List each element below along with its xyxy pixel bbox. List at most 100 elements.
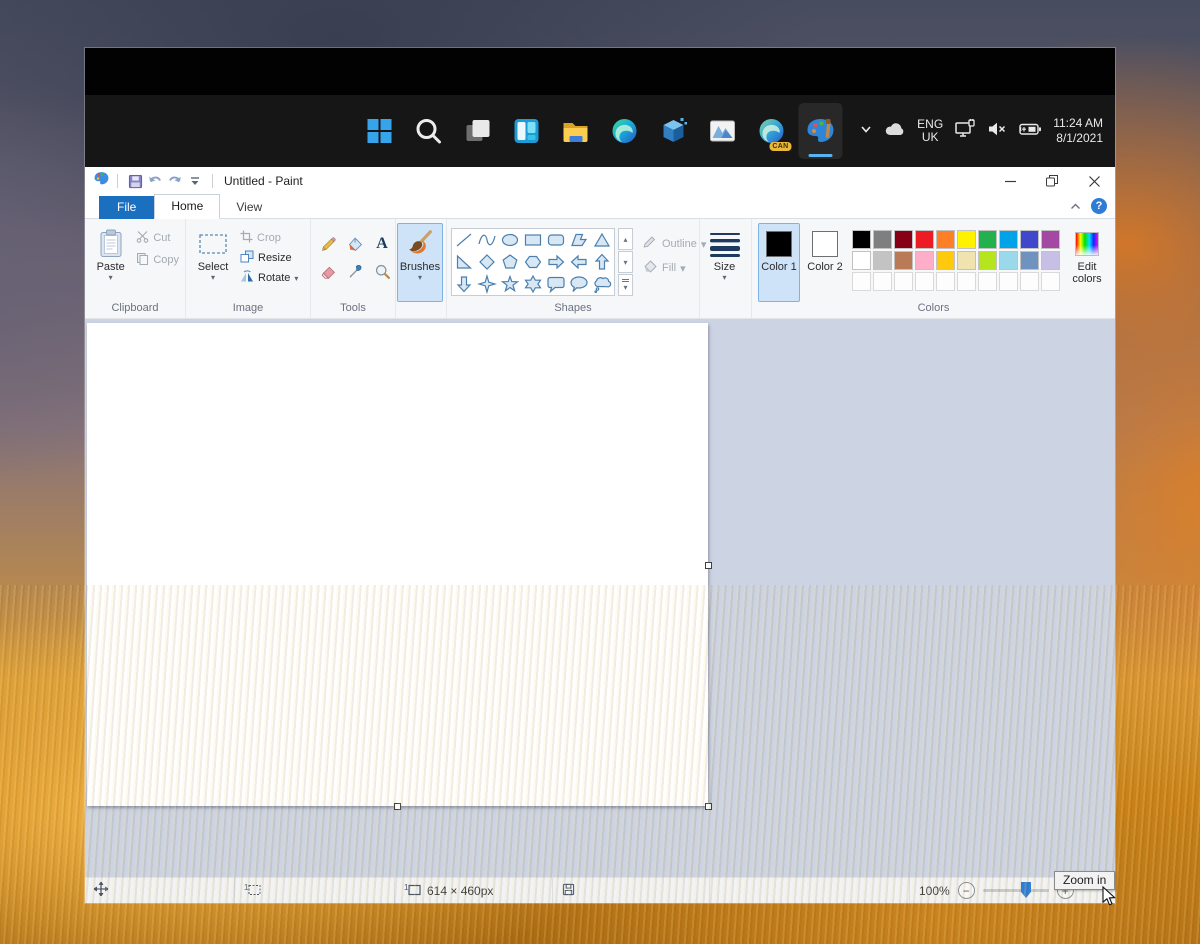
edit-colors-button[interactable]: Edit colors <box>1064 223 1110 302</box>
shape-line-icon[interactable] <box>453 229 476 251</box>
shape-rectangle-icon[interactable] <box>522 229 545 251</box>
shapes-more-icon[interactable]: ▾ <box>618 274 633 296</box>
task-view-icon[interactable] <box>456 103 500 159</box>
fill-tool-icon[interactable] <box>342 231 368 257</box>
select-button[interactable]: Select ▾ <box>190 223 236 302</box>
palette-swatch-c3c3c3[interactable] <box>873 251 892 270</box>
magnifier-tool-icon[interactable] <box>369 258 395 284</box>
palette-swatch-c8bfe7[interactable] <box>1041 251 1060 270</box>
shape-right-arrow-icon[interactable] <box>545 251 568 273</box>
rotate-button[interactable]: Rotate ▾ <box>236 269 302 287</box>
edge-canary-icon[interactable]: CAN <box>750 103 794 159</box>
shape-polygon-icon[interactable] <box>568 229 591 251</box>
outline-button[interactable]: Outline ▾ <box>643 236 706 252</box>
monitor-icon[interactable] <box>954 119 976 144</box>
shape-right-triangle-icon[interactable] <box>453 251 476 273</box>
resize-handle-right[interactable] <box>705 562 712 569</box>
palette-swatch-ed1c24[interactable] <box>915 230 934 249</box>
palette-swatch-ff7f27[interactable] <box>936 230 955 249</box>
palette-swatch-empty[interactable] <box>852 272 871 291</box>
palette-swatch-000000[interactable] <box>852 230 871 249</box>
zoom-slider-thumb[interactable] <box>1021 882 1031 898</box>
shape-curve-icon[interactable] <box>476 229 499 251</box>
cut-button[interactable]: Cut <box>132 229 183 247</box>
cube-app-icon[interactable] <box>652 103 696 159</box>
shape-left-arrow-icon[interactable] <box>568 251 591 273</box>
start-icon[interactable] <box>358 103 402 159</box>
palette-swatch-a349a4[interactable] <box>1041 230 1060 249</box>
palette-swatch-ffc90e[interactable] <box>936 251 955 270</box>
palette-swatch-efe4b0[interactable] <box>957 251 976 270</box>
tab-home[interactable]: Home <box>154 194 220 219</box>
palette-swatch-empty[interactable] <box>894 272 913 291</box>
palette-swatch-99d9ea[interactable] <box>999 251 1018 270</box>
palette-swatch-empty[interactable] <box>915 272 934 291</box>
language-indicator[interactable]: ENG UK <box>917 118 943 144</box>
palette-swatch-7092be[interactable] <box>1020 251 1039 270</box>
shape-oval-callout-icon[interactable] <box>568 273 591 295</box>
tab-file[interactable]: File <box>99 196 154 219</box>
palette-swatch-b97a57[interactable] <box>894 251 913 270</box>
fill-button[interactable]: Fill ▾ <box>643 260 706 276</box>
size-button[interactable]: Size ▾ <box>702 223 748 302</box>
shape-oval-icon[interactable] <box>499 229 522 251</box>
restore-icon[interactable] <box>1031 167 1073 195</box>
collapse-ribbon-icon[interactable] <box>1070 197 1081 215</box>
tab-view[interactable]: View <box>220 196 278 219</box>
crop-button[interactable]: Crop <box>236 229 302 247</box>
palette-swatch-fff200[interactable] <box>957 230 976 249</box>
pencil-tool-icon[interactable] <box>315 231 341 257</box>
widgets-icon[interactable] <box>505 103 549 159</box>
palette-swatch-empty[interactable] <box>936 272 955 291</box>
palette-swatch-empty[interactable] <box>978 272 997 291</box>
color2-button[interactable]: Color 2 <box>804 223 846 302</box>
palette-swatch-ffffff[interactable] <box>852 251 871 270</box>
shape-hexagon-icon[interactable] <box>522 251 545 273</box>
chevron-down-icon[interactable] <box>859 122 873 141</box>
copy-button[interactable]: Copy <box>132 251 183 269</box>
palette-swatch-empty[interactable] <box>999 272 1018 291</box>
palette-swatch-00a2e8[interactable] <box>999 230 1018 249</box>
palette-swatch-ffaec9[interactable] <box>915 251 934 270</box>
edge-icon[interactable] <box>603 103 647 159</box>
palette-swatch-empty[interactable] <box>957 272 976 291</box>
shape-six-point-star-icon[interactable] <box>522 273 545 295</box>
volume-muted-icon[interactable] <box>987 120 1007 143</box>
shape-diamond-icon[interactable] <box>476 251 499 273</box>
resize-handle-corner[interactable] <box>705 803 712 810</box>
onedrive-cloud-icon[interactable] <box>884 121 906 142</box>
palette-swatch-22b14c[interactable] <box>978 230 997 249</box>
close-icon[interactable] <box>1073 167 1115 195</box>
canvas[interactable] <box>87 323 708 806</box>
palette-swatch-880015[interactable] <box>894 230 913 249</box>
shape-rounded-callout-icon[interactable] <box>545 273 568 295</box>
palette-swatch-empty[interactable] <box>873 272 892 291</box>
shapes-scroll-down-icon[interactable]: ▾ <box>618 251 633 273</box>
shape-cloud-callout-icon[interactable] <box>591 273 614 295</box>
shape-up-arrow-icon[interactable] <box>591 251 614 273</box>
shape-four-point-star-icon[interactable] <box>476 273 499 295</box>
battery-charging-icon[interactable] <box>1018 121 1042 142</box>
palette-swatch-empty[interactable] <box>1020 272 1039 291</box>
paste-button[interactable]: Paste ▾ <box>89 223 132 302</box>
undo-icon[interactable] <box>145 170 165 192</box>
color1-button[interactable]: Color 1 <box>758 223 800 302</box>
shape-down-arrow-icon[interactable] <box>453 273 476 295</box>
shape-pentagon-icon[interactable] <box>499 251 522 273</box>
eraser-tool-icon[interactable] <box>315 258 341 284</box>
resize-button[interactable]: Resize <box>236 249 302 267</box>
zoom-out-button[interactable]: − <box>958 882 975 899</box>
text-tool-icon[interactable]: A <box>369 231 395 257</box>
palette-swatch-7f7f7f[interactable] <box>873 230 892 249</box>
palette-swatch-empty[interactable] <box>1041 272 1060 291</box>
color-picker-tool-icon[interactable] <box>342 258 368 284</box>
palette-swatch-b5e61d[interactable] <box>978 251 997 270</box>
brushes-button[interactable]: Brushes ▾ <box>397 223 443 302</box>
resize-handle-bottom[interactable] <box>394 803 401 810</box>
search-icon[interactable] <box>407 103 451 159</box>
clock[interactable]: 11:24 AM 8/1/2021 <box>1053 116 1103 146</box>
help-icon[interactable]: ? <box>1091 198 1107 214</box>
save-icon[interactable] <box>125 170 145 192</box>
paint-app-icon[interactable] <box>799 103 843 159</box>
shapes-scroll-up-icon[interactable]: ▴ <box>618 228 633 250</box>
